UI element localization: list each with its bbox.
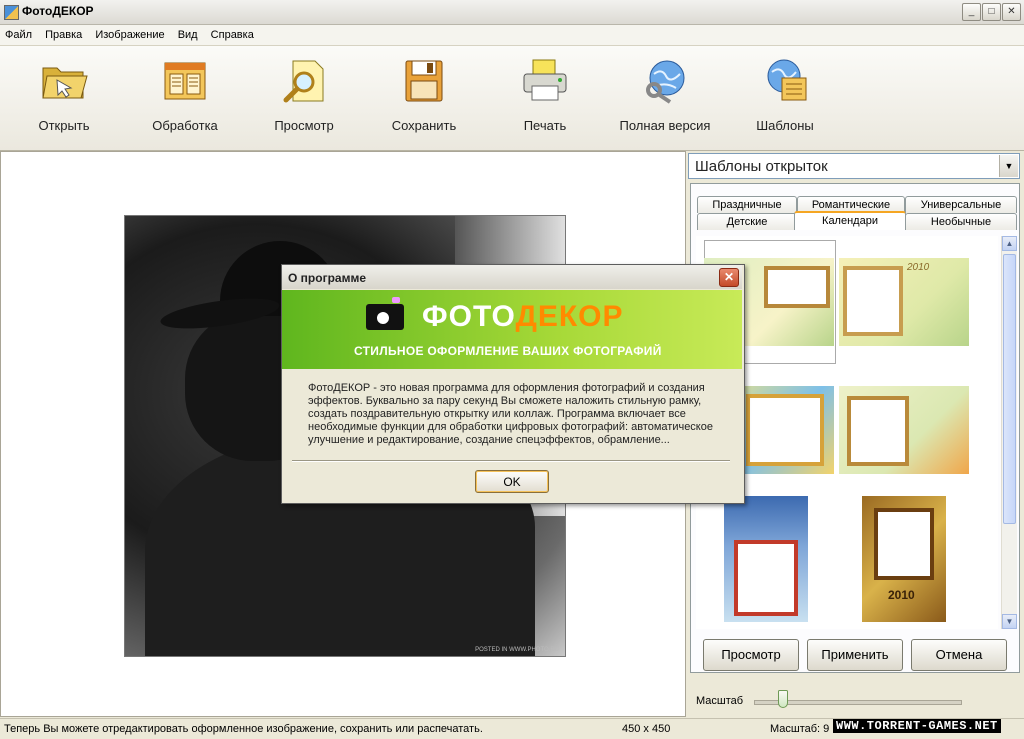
menu-help[interactable]: Справка [206,25,259,41]
dialog-description: ФотоДЕКОР - это новая программа для офор… [308,382,713,446]
template-category-select[interactable]: Шаблоны открыток ▼ [688,153,1020,179]
tab-calendars[interactable]: Календари [794,211,906,230]
full-version-icon [640,56,690,106]
close-button[interactable]: ✕ [1002,3,1021,21]
templates-label: Шаблоны [756,118,814,133]
banner-subtitle: СТИЛЬНОЕ ОФОРМЛЕНИЕ ВАШИХ ФОТОГРАФИЙ [354,344,662,358]
print-icon [520,56,570,106]
ok-button[interactable]: OK [475,470,549,493]
full-version-label: Полная версия [619,118,711,133]
menu-view[interactable]: Вид [173,25,203,41]
maximize-button[interactable]: □ [982,3,1001,21]
chevron-down-icon[interactable]: ▼ [999,155,1018,177]
app-logo-icon [4,5,19,20]
templates-icon [760,56,810,106]
zoom-slider-handle[interactable] [778,690,789,708]
scroll-up-icon[interactable]: ▲ [1002,236,1017,251]
brand-logo: ФОТОДЕКОР [422,300,624,334]
dialog-banner: ФОТОДЕКОР СТИЛЬНОЕ ОФОРМЛЕНИЕ ВАШИХ ФОТО… [282,290,742,369]
save-label: Сохранить [391,118,457,133]
photo-credit: POSTED IN WWW.PHOTO.RU [475,647,559,653]
menu-image[interactable]: Изображение [90,25,169,41]
process-label: Обработка [152,118,218,133]
minimize-button[interactable]: _ [962,3,981,21]
print-button[interactable]: Печать [490,56,600,136]
open-label: Открыть [38,118,90,133]
calendar-thumb-4[interactable] [839,386,969,474]
thumb-year-6: 2010 [888,588,915,602]
templates-button[interactable]: Шаблоны [730,56,840,136]
tab-kids[interactable]: Детские [697,213,797,230]
cancel-button[interactable]: Отмена [911,639,1007,671]
status-message: Теперь Вы можете отредактировать оформле… [4,723,483,735]
preview-icon [279,56,329,106]
zoom-label: Масштаб [696,695,744,707]
process-button[interactable]: Обработка [130,56,240,136]
template-preview-button[interactable]: Просмотр [703,639,799,671]
save-icon [399,56,449,106]
thumb-year: 2010 [907,262,930,273]
open-folder-icon [39,56,89,106]
menu-file[interactable]: Файл [0,25,37,41]
dialog-title-bar[interactable]: О программе ✕ [282,265,742,289]
menu-bar: Файл Правка Изображение Вид Справка [0,25,1024,46]
about-dialog: О программе ✕ ФОТОДЕКОР СТИЛЬНОЕ ОФОРМЛЕ… [281,264,745,504]
menu-edit[interactable]: Правка [40,25,87,41]
window-title: ФотоДЕКОР [22,4,94,18]
template-category-value: Шаблоны открыток [695,158,828,175]
dialog-separator [292,460,730,462]
scroll-down-icon[interactable]: ▼ [1002,614,1017,629]
gallery-scrollbar[interactable]: ▲ ▼ [1001,236,1017,629]
camera-icon [366,297,404,330]
calendar-thumb-6[interactable]: 2010 [862,496,946,622]
title-bar: ФотоДЕКОР _ □ ✕ [0,0,1024,25]
full-version-button[interactable]: Полная версия [610,56,720,136]
tab-universal[interactable]: Универсальные [905,196,1017,213]
dialog-close-button[interactable]: ✕ [719,268,739,287]
scroll-thumb[interactable] [1003,254,1016,524]
preview-button[interactable]: Просмотр [249,56,359,136]
tab-unusual[interactable]: Необычные [905,213,1017,230]
print-label: Печать [523,118,567,133]
toolbar: Открыть Обработка Просмотр Сохранить Печ… [0,46,1024,151]
status-image-size: 450 x 450 [622,723,671,735]
watermark: WWW.TORRENT-GAMES.NET [833,719,1001,733]
dialog-title: О программе [288,271,367,285]
apply-button[interactable]: Применить [807,639,903,671]
open-button[interactable]: Открыть [9,56,119,136]
brand-part-2: ДЕКОР [515,300,624,333]
process-icon [160,56,210,106]
calendar-thumb-2[interactable]: 2010 [839,258,969,346]
preview-label: Просмотр [274,118,334,133]
save-button[interactable]: Сохранить [369,56,479,136]
calendar-thumb-5[interactable] [724,496,808,622]
status-zoom: Масштаб: 9 [770,723,830,735]
tab-holiday[interactable]: Праздничные [697,196,797,213]
brand-part-1: ФОТО [422,300,516,333]
